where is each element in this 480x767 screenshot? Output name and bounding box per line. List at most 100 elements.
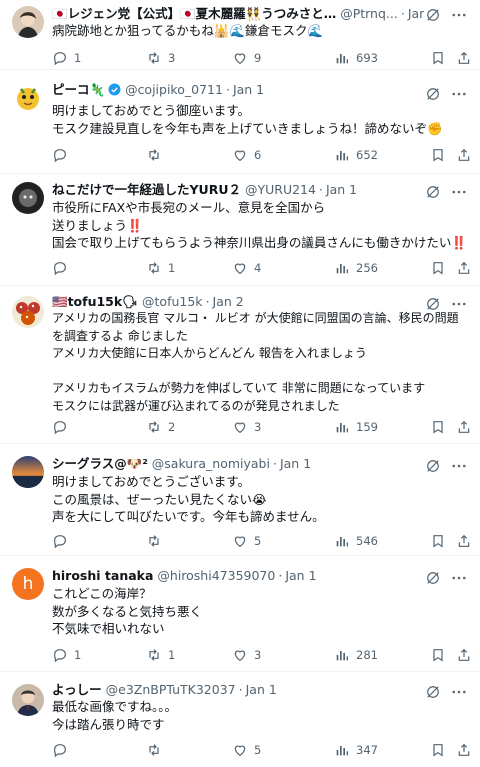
tweet-text: 最低な画像ですね。。。 今は踏ん張り時です — [52, 699, 178, 732]
retweet-button[interactable] — [146, 146, 168, 164]
tweet[interactable]: よっしー @e3ZnBPTuTK32037 · Jan 1 最低な画像ですね。。。 … — [0, 672, 480, 767]
username[interactable]: @Ptrnq... — [340, 6, 398, 21]
like-count: 5 — [254, 743, 262, 757]
views-button[interactable]: 546 — [334, 532, 378, 550]
username[interactable]: @hiroshi47359070 — [157, 568, 275, 583]
views-button[interactable]: 256 — [334, 259, 378, 277]
retweet-button[interactable]: 1 — [146, 646, 175, 664]
avatar[interactable] — [12, 456, 44, 488]
avatar[interactable] — [12, 82, 44, 114]
tweet[interactable]: 🇯🇵レジェン党【公式】🇯🇵夏木麗羅👯うつみさと… @Ptrnq...·Jan 1… — [0, 0, 480, 70]
tweet-text: 明けましておめでとうございます。 この風景は、ぜーったい見たくない😭 声を大にし… — [52, 474, 325, 524]
display-name[interactable]: よっしー — [52, 682, 102, 697]
username[interactable]: @sakura_nomiyabi — [152, 456, 270, 471]
retweet-button[interactable]: 1 — [146, 259, 175, 277]
views-icon — [336, 264, 348, 274]
reply-button[interactable]: 1 — [52, 646, 81, 664]
username[interactable]: @e3ZnBPTuTK32037 — [106, 682, 236, 697]
views-icon — [336, 54, 348, 64]
views-button[interactable]: 159 — [334, 418, 378, 436]
timestamp[interactable]: Jan 1 — [280, 456, 311, 471]
username[interactable]: @YURU214 — [245, 182, 316, 197]
timestamp[interactable]: Jan 1 — [285, 568, 316, 583]
share-button[interactable] — [456, 259, 472, 277]
grok-icon[interactable] — [424, 85, 442, 103]
more-icon[interactable] — [450, 85, 468, 103]
like-button[interactable]: 3 — [232, 418, 261, 436]
timestamp[interactable]: Jan 1 — [233, 82, 264, 97]
display-name[interactable]: シーグラス@🐶² — [52, 456, 148, 471]
timestamp[interactable]: Jan 2 — [213, 294, 244, 309]
like-button[interactable]: 6 — [232, 146, 261, 164]
like-button[interactable]: 9 — [232, 49, 261, 67]
retweet-button[interactable] — [146, 532, 168, 550]
like-button[interactable]: 5 — [232, 741, 261, 759]
bookmark-button[interactable] — [430, 646, 446, 664]
bookmark-button[interactable] — [430, 418, 446, 436]
views-icon — [336, 651, 348, 661]
avatar[interactable] — [12, 296, 44, 328]
display-name[interactable]: hiroshi tanaka — [52, 568, 153, 583]
bookmark-icon — [433, 535, 443, 548]
avatar[interactable] — [12, 182, 44, 214]
avatar[interactable] — [12, 6, 44, 38]
share-button[interactable] — [456, 146, 472, 164]
views-button[interactable]: 693 — [334, 49, 378, 67]
like-count: 3 — [254, 420, 262, 434]
views-icon — [336, 151, 348, 161]
retweet-button[interactable]: 2 — [146, 418, 175, 436]
share-button[interactable] — [456, 532, 472, 550]
bookmark-button[interactable] — [430, 741, 446, 759]
bookmark-button[interactable] — [430, 532, 446, 550]
share-icon — [458, 534, 470, 547]
reply-button[interactable] — [52, 532, 74, 550]
bookmark-icon — [433, 52, 443, 65]
share-button[interactable] — [456, 646, 472, 664]
reply-button[interactable]: 1 — [52, 49, 81, 67]
display-name[interactable]: 🇯🇵レジェン党【公式】🇯🇵夏木麗羅👯うつみさと… — [52, 6, 336, 21]
like-button[interactable]: 3 — [232, 646, 261, 664]
tweet[interactable]: ねこだけで一年経過したYURU２ @YURU214 · Jan 1 市役所にFAXや… — [0, 174, 480, 286]
reply-button[interactable] — [52, 418, 74, 436]
retweet-count: 3 — [168, 51, 176, 65]
reply-button[interactable] — [52, 146, 74, 164]
views-button[interactable]: 652 — [334, 146, 378, 164]
retweet-count: 2 — [168, 420, 176, 434]
like-button[interactable]: 4 — [232, 259, 261, 277]
share-button[interactable] — [456, 49, 472, 67]
tweet[interactable]: h hiroshi tanaka @hiroshi47359070 · Jan 1 … — [0, 556, 480, 672]
reply-icon — [54, 649, 66, 663]
timestamp[interactable]: Jan 1 — [326, 182, 357, 197]
tweet[interactable]: シーグラス@🐶² @sakura_nomiyabi · Jan 1 明けましておめで… — [0, 444, 480, 556]
views-button[interactable]: 347 — [334, 741, 378, 759]
reply-icon — [54, 149, 66, 163]
tweet[interactable]: 🇺🇸tofu15k🗣 @tofu15k · Jan 2 アメリカの国務長官 マルコ・… — [0, 286, 480, 444]
display-name[interactable]: ねこだけで一年経過したYURU２ — [52, 182, 241, 197]
display-name[interactable]: ピーコ🦎 — [52, 82, 105, 97]
reply-button[interactable] — [52, 741, 74, 759]
tweet[interactable]: ピーコ🦎 @cojipiko_0711 · Jan 1 明けましておめでとう御座いま… — [0, 70, 480, 174]
retweet-button[interactable]: 3 — [146, 49, 175, 67]
avatar[interactable]: h — [12, 568, 44, 600]
timestamp[interactable]: Jan 1 — [246, 682, 277, 697]
tweet-header: hiroshi tanaka @hiroshi47359070 · Jan 1 — [52, 568, 317, 583]
bookmark-icon — [433, 744, 443, 757]
bookmark-button[interactable] — [430, 146, 446, 164]
views-button[interactable]: 281 — [334, 646, 378, 664]
share-button[interactable] — [456, 418, 472, 436]
avatar-letter: h — [22, 574, 34, 594]
username[interactable]: @cojipiko_0711 — [125, 82, 223, 97]
bookmark-button[interactable] — [430, 49, 446, 67]
share-button[interactable] — [456, 741, 472, 759]
bookmark-button[interactable] — [430, 259, 446, 277]
tweet-actions: 2 3 159 — [52, 418, 470, 436]
display-name[interactable]: 🇺🇸tofu15k🗣 — [52, 294, 138, 309]
heart-icon — [234, 53, 246, 65]
reply-button[interactable] — [52, 259, 74, 277]
like-button[interactable]: 5 — [232, 532, 261, 550]
retweet-icon — [149, 649, 159, 661]
retweet-button[interactable] — [146, 741, 168, 759]
tweet-header: 🇯🇵レジェン党【公式】🇯🇵夏木麗羅👯うつみさと… @Ptrnq...·Jan 1 — [52, 4, 468, 24]
avatar[interactable] — [12, 684, 44, 716]
username[interactable]: @tofu15k — [142, 294, 203, 309]
